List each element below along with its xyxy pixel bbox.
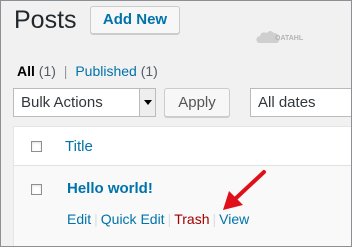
add-new-button[interactable]: Add New [90, 6, 180, 34]
arrow-pointer-icon [223, 170, 266, 210]
screenshot-frame: Posts Add New OATAHL All (1) | Published… [0, 0, 352, 247]
filter-published-count: (1) [140, 63, 158, 79]
status-filter-links: All (1) | Published (1) [17, 62, 158, 80]
page-title: Posts [14, 6, 77, 34]
row-actions: Edit | Quick Edit | Trash | View [67, 211, 249, 227]
bulk-actions-value: Bulk Actions [21, 94, 103, 111]
chevron-down-icon [144, 100, 152, 105]
filter-all[interactable]: All [17, 63, 35, 79]
trash-link[interactable]: Trash [174, 211, 209, 227]
view-link[interactable]: View [219, 211, 249, 227]
filter-separator: | [63, 63, 68, 79]
apply-button[interactable]: Apply [164, 88, 230, 117]
table-row: Hello world! Edit | Quick Edit | Trash | View [14, 166, 351, 246]
posts-table: Title Hello world! Edit | Quick Edit | Trash… [13, 126, 351, 246]
select-all-checkbox[interactable] [31, 141, 42, 152]
row-action-separator: | [94, 211, 98, 227]
row-action-separator: | [167, 211, 172, 227]
bulk-actions-dropdown-toggle[interactable] [139, 89, 155, 116]
watermark-text: OATAHL [275, 35, 304, 42]
post-title-link[interactable]: Hello world! [67, 180, 153, 197]
edit-link[interactable]: Edit [67, 211, 91, 227]
quick-edit-link[interactable]: Quick Edit [101, 211, 165, 227]
watermark-logo: OATAHL [253, 27, 313, 47]
row-select-checkbox[interactable] [31, 184, 42, 195]
column-header-title[interactable]: Title [65, 138, 93, 155]
filter-published[interactable]: Published [75, 63, 137, 79]
cloud-logo-icon: OATAHL [256, 31, 304, 43]
annotation-arrow-icon [217, 167, 273, 213]
table-header-row: Title [14, 127, 351, 166]
filter-all-count: (1) [38, 63, 56, 79]
row-action-separator: | [212, 211, 217, 227]
bulk-actions-select[interactable]: Bulk Actions [13, 88, 156, 117]
date-filter-select[interactable]: All dates [250, 88, 351, 117]
date-filter-value: All dates [258, 94, 316, 111]
